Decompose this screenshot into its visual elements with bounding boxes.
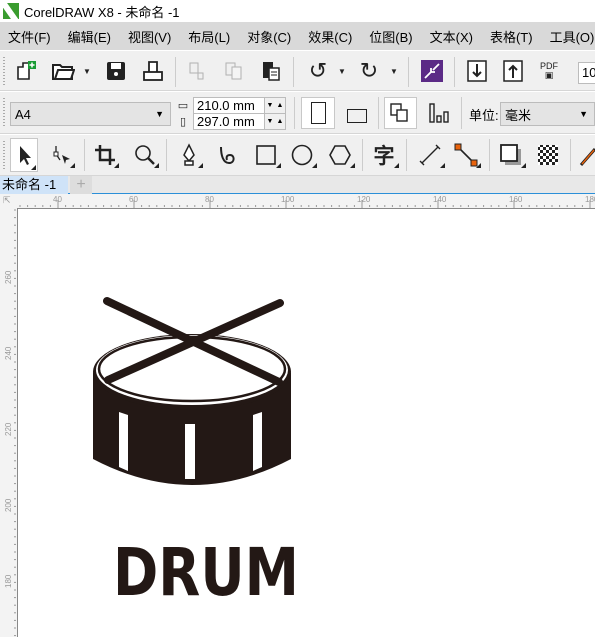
drum-artwork[interactable]: DRUM	[1, 1, 579, 611]
ruler-label: 180	[585, 195, 595, 204]
chevron-down-icon: ▼	[579, 109, 588, 119]
zoom-level-input[interactable]: 10	[578, 62, 595, 84]
ruler-label: 180	[4, 574, 13, 588]
drawing-canvas[interactable]: DRUM	[17, 208, 595, 637]
drum-label[interactable]: DRUM	[113, 534, 299, 611]
drum-stripe-center	[185, 424, 195, 479]
ruler-label: 200	[4, 498, 13, 512]
drum-stripe-right	[253, 412, 262, 471]
drum-stripe-left	[119, 412, 128, 471]
